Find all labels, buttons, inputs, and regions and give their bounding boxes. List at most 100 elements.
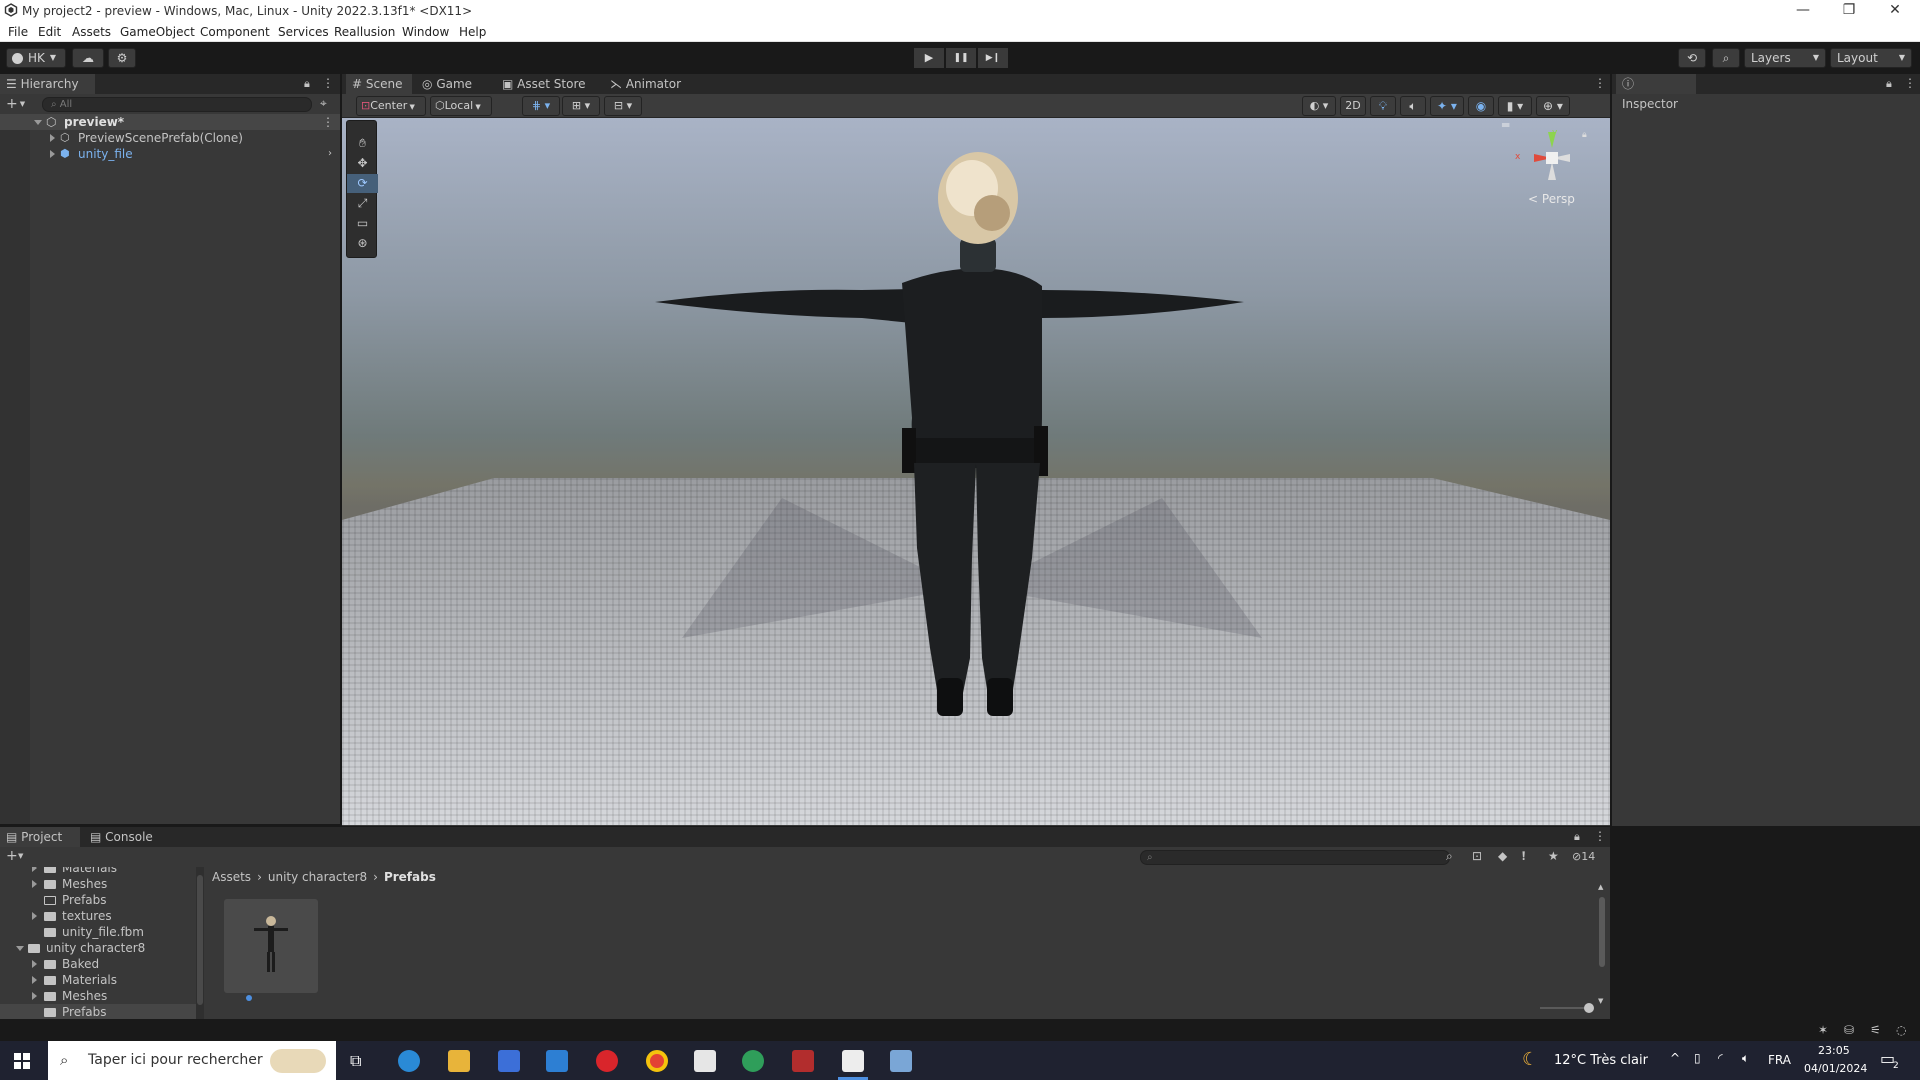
kebab-menu-icon[interactable]: ⋮ xyxy=(1594,76,1606,90)
unity-hub-icon[interactable] xyxy=(694,1050,716,1072)
type-filter-icon[interactable]: ⊡ xyxy=(1472,849,1482,863)
menu-file[interactable]: File xyxy=(8,25,28,39)
expand-arrow-icon[interactable] xyxy=(32,912,37,920)
breadcrumb-item[interactable]: unity character8 xyxy=(268,870,367,884)
clock-time[interactable]: 23:05 xyxy=(1818,1044,1850,1057)
breadcrumb-item[interactable]: Assets xyxy=(212,870,251,884)
folder-tree-item[interactable]: Meshes xyxy=(0,876,196,892)
expand-arrow-icon[interactable] xyxy=(16,946,24,951)
folder-tree-item[interactable]: Meshes xyxy=(0,988,196,1004)
folder-tree-item[interactable]: Materials xyxy=(0,867,196,876)
tab-asset-store[interactable]: ▣ Asset Store xyxy=(496,74,592,94)
gizmo-lock-icon[interactable]: 🔒︎ xyxy=(1582,130,1587,140)
tree-scrollbar[interactable] xyxy=(196,867,204,1019)
scroll-down-icon[interactable]: ▼ xyxy=(1598,997,1603,1005)
windows-start-icon[interactable] xyxy=(14,1053,30,1069)
cloud-button[interactable]: ☁ xyxy=(72,48,104,68)
kebab-menu-icon[interactable]: ⋮ xyxy=(322,114,334,130)
effects-dropdown[interactable]: ✦ ▾ xyxy=(1430,96,1464,116)
taskbar-search-box[interactable]: ⌕ Taper ici pour rechercher xyxy=(48,1041,336,1080)
expand-arrow-icon[interactable] xyxy=(34,120,42,125)
add-icon[interactable]: + xyxy=(6,96,18,112)
hand-tool-button[interactable]: ✋︎ xyxy=(347,134,378,153)
lighting-toggle[interactable]: 💡︎ xyxy=(1370,96,1396,116)
cache-server-icon[interactable]: ⛁ xyxy=(1844,1023,1854,1037)
maximize-button[interactable]: ❐ xyxy=(1826,0,1872,22)
projection-toggle[interactable]: < Persp xyxy=(1528,192,1575,206)
kebab-menu-icon[interactable]: ⋮ xyxy=(1904,76,1916,90)
star-icon[interactable]: ★ xyxy=(1548,849,1559,863)
rotate-tool-button[interactable]: ⟳ xyxy=(347,174,378,193)
tab-scene[interactable]: # Scene xyxy=(346,74,412,94)
increment-snap-button[interactable]: ⊞ ▾ xyxy=(562,96,600,116)
hidden-packages-toggle[interactable]: ⊘14 xyxy=(1572,850,1595,863)
scale-tool-button[interactable]: ⤢ xyxy=(347,194,378,213)
search-button[interactable]: ⌕ xyxy=(1712,48,1740,68)
menu-help[interactable]: Help xyxy=(459,25,486,39)
task-view-icon[interactable]: ⧉ xyxy=(350,1051,361,1071)
camera-dropdown[interactable]: ▮ ▾ xyxy=(1498,96,1532,116)
rect-tool-button[interactable]: ▭ xyxy=(347,214,378,233)
gizmo-menu-icon[interactable]: ═ xyxy=(1502,118,1509,132)
draw-mode-dropdown[interactable]: ◐ ▾ xyxy=(1302,96,1336,116)
pause-button[interactable]: ❚❚ xyxy=(946,48,976,68)
lock-icon[interactable]: 🔒︎ xyxy=(304,77,310,91)
tab-inspector[interactable]: ⓘ Inspector xyxy=(1616,74,1696,111)
play-button[interactable]: ▶ xyxy=(914,48,944,68)
folder-tree-item[interactable]: textures xyxy=(0,908,196,924)
kebab-menu-icon[interactable]: ⋮ xyxy=(322,76,334,90)
project-search-input[interactable]: ⌕ xyxy=(1140,850,1450,865)
space-dropdown[interactable]: ⬡Local ▼ xyxy=(430,96,492,116)
breadcrumb-item[interactable]: Prefabs xyxy=(384,870,436,884)
unity-editor-icon[interactable] xyxy=(842,1050,864,1072)
expand-arrow-icon[interactable] xyxy=(32,992,37,1000)
layers-dropdown[interactable]: Layers ▼ xyxy=(1744,48,1826,68)
label-filter-icon[interactable]: ◆ xyxy=(1498,849,1507,863)
weather-text[interactable]: 12°C Très clair xyxy=(1554,1053,1648,1068)
transform-tool-button[interactable]: ⊛ xyxy=(347,234,378,253)
menu-assets[interactable]: Assets xyxy=(72,25,111,39)
zoom-slider-thumb[interactable] xyxy=(1584,1003,1594,1013)
lock-icon[interactable]: 🔒︎ xyxy=(1886,77,1892,91)
expand-arrow-icon[interactable] xyxy=(32,867,37,872)
hidden-objects-toggle[interactable]: ◉ xyxy=(1468,96,1494,116)
account-dropdown[interactable]: HK ▼ xyxy=(6,48,66,68)
grid-snap-button[interactable]: ⋕ ▾ xyxy=(522,96,560,116)
expand-arrow-icon[interactable] xyxy=(50,134,55,142)
menu-gameobject[interactable]: GameObject xyxy=(120,25,195,39)
audio-toggle[interactable]: 🔈︎ xyxy=(1400,96,1426,116)
scene-row[interactable]: ⬡ preview* ⋮ xyxy=(0,114,340,130)
tab-game[interactable]: ◎ Game xyxy=(416,74,478,94)
collab-button[interactable]: ⚙ xyxy=(108,48,136,68)
search-scope-icon[interactable]: ⌕ xyxy=(1446,849,1453,864)
hierarchy-item[interactable]: ⬢ unity_file › xyxy=(0,146,340,162)
lock-icon[interactable]: 🔒︎ xyxy=(1574,830,1580,844)
expand-arrow-icon[interactable] xyxy=(50,150,55,158)
menu-window[interactable]: Window xyxy=(402,25,449,39)
hierarchy-item[interactable]: ⬡ PreviewScenePrefab(Clone) xyxy=(0,130,340,146)
pivot-dropdown[interactable]: ⊡Center ▼ xyxy=(356,96,426,116)
opera-icon[interactable] xyxy=(596,1050,618,1072)
gizmos-dropdown[interactable]: ⊕ ▾ xyxy=(1536,96,1570,116)
clock-date[interactable]: 04/01/2024 xyxy=(1804,1062,1867,1075)
edge-icon[interactable] xyxy=(398,1050,420,1072)
winrar-icon[interactable] xyxy=(792,1050,814,1072)
warning-filter-icon[interactable]: ❗︎ xyxy=(1522,849,1525,864)
auto-generate-lighting-icon[interactable]: ✶ xyxy=(1818,1023,1828,1037)
chevron-up-icon[interactable]: ^ xyxy=(1670,1051,1680,1065)
grid-scrollbar-thumb[interactable] xyxy=(1599,897,1605,967)
grid-visibility-button[interactable]: ⊟ ▾ xyxy=(604,96,642,116)
volume-icon[interactable]: 🔈︎ xyxy=(1742,1051,1749,1066)
asset-thumbnail[interactable] xyxy=(224,899,318,993)
wifi-icon[interactable]: ◜ xyxy=(1718,1051,1723,1065)
store-icon[interactable] xyxy=(498,1050,520,1072)
folder-tree-item[interactable]: unity_file.fbm xyxy=(0,924,196,940)
step-button[interactable]: ▶❙ xyxy=(978,48,1008,68)
menu-edit[interactable]: Edit xyxy=(38,25,61,39)
device-icon[interactable]: ▯ xyxy=(1694,1051,1701,1065)
scene-viewport[interactable]: ✋︎ ✥ ⟳ ⤢ ▭ ⊛ y x 🔒︎ ═ < Persp xyxy=(342,118,1610,825)
2d-toggle[interactable]: 2D xyxy=(1340,96,1366,116)
tab-console[interactable]: ▤ Console xyxy=(84,827,159,847)
folder-tree-item[interactable]: Prefabs xyxy=(0,892,196,908)
folder-tree-item[interactable]: Materials xyxy=(0,972,196,988)
